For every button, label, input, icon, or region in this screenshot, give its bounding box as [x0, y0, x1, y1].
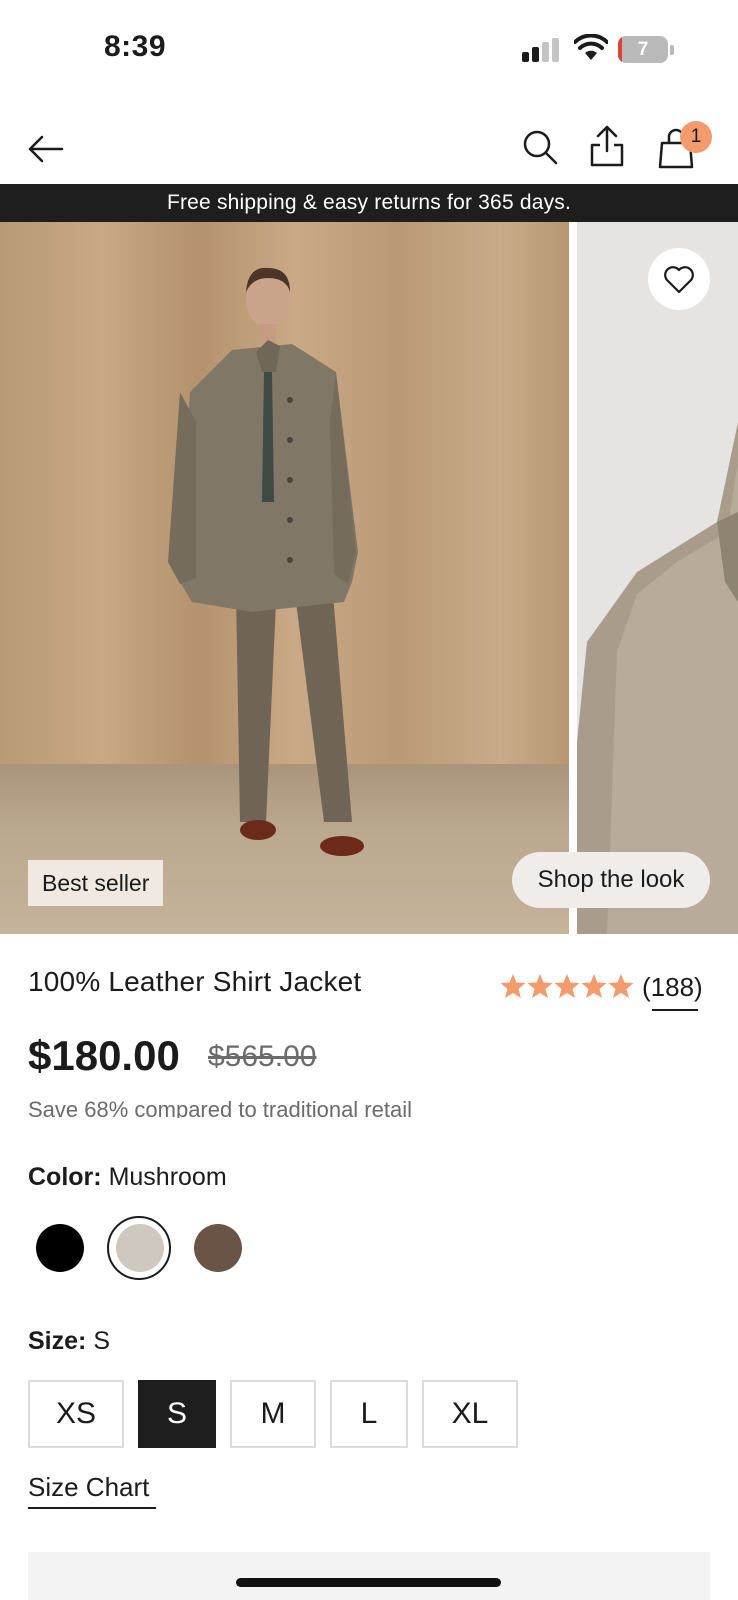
product-image-gallery[interactable]: Best seller Shop the look: [0, 222, 738, 934]
size-label-key: Size:: [28, 1327, 87, 1355]
sale-price: $180.00: [28, 1032, 180, 1079]
selected-size: S: [93, 1327, 110, 1355]
savings-text: Save 68% compared to traditional retail: [28, 1097, 412, 1118]
swatch-mushroom[interactable]: [116, 1224, 164, 1272]
size-chart-underline: [28, 1507, 156, 1509]
size-option-s[interactable]: S: [138, 1380, 216, 1448]
swatch-black[interactable]: [36, 1224, 84, 1272]
size-option-m[interactable]: M: [230, 1380, 316, 1448]
swatch-brown[interactable]: [194, 1224, 242, 1272]
color-label: Color: Mushroom: [28, 1163, 227, 1192]
signal-icon: [522, 38, 562, 62]
size-option-xs[interactable]: XS: [28, 1380, 124, 1448]
product-image-secondary[interactable]: [577, 222, 738, 934]
size-chart-link[interactable]: Size Chart: [28, 1472, 149, 1503]
promo-banner: Free shipping & easy returns for 365 day…: [0, 184, 738, 222]
product-image-main[interactable]: [0, 222, 569, 934]
shop-the-look-button[interactable]: Shop the look: [512, 852, 710, 908]
cart-count-badge[interactable]: 1: [680, 121, 712, 153]
best-seller-badge: Best seller: [28, 860, 164, 906]
review-count-underline: [652, 1009, 698, 1011]
battery-icon: 7: [618, 36, 674, 63]
original-price: $565.00: [208, 1040, 317, 1073]
review-count-link[interactable]: (188): [642, 972, 703, 1003]
search-icon[interactable]: [520, 127, 560, 167]
wishlist-button[interactable]: [648, 248, 710, 310]
size-option-xl[interactable]: XL: [422, 1380, 518, 1448]
battery-percent: 7: [637, 39, 649, 60]
status-bar: 8:39 7: [0, 0, 738, 100]
home-indicator: [236, 1578, 501, 1587]
closeup-figure: [577, 422, 738, 934]
heart-icon: [664, 266, 694, 294]
details-panel: [28, 1552, 710, 1600]
color-label-key: Color:: [28, 1163, 102, 1191]
back-arrow-icon[interactable]: [26, 129, 64, 169]
gallery-divider: [569, 222, 577, 934]
selected-color: Mushroom: [108, 1163, 227, 1191]
size-label: Size: S: [28, 1327, 110, 1356]
wifi-icon: [574, 34, 608, 60]
size-option-l[interactable]: L: [330, 1380, 408, 1448]
status-time: 8:39: [104, 30, 167, 63]
model-figure: [168, 267, 364, 856]
share-icon[interactable]: [588, 123, 626, 169]
nav-bar: 1: [0, 115, 738, 185]
star-rating-icon: [500, 974, 634, 998]
product-title: 100% Leather Shirt Jacket: [28, 966, 362, 997]
